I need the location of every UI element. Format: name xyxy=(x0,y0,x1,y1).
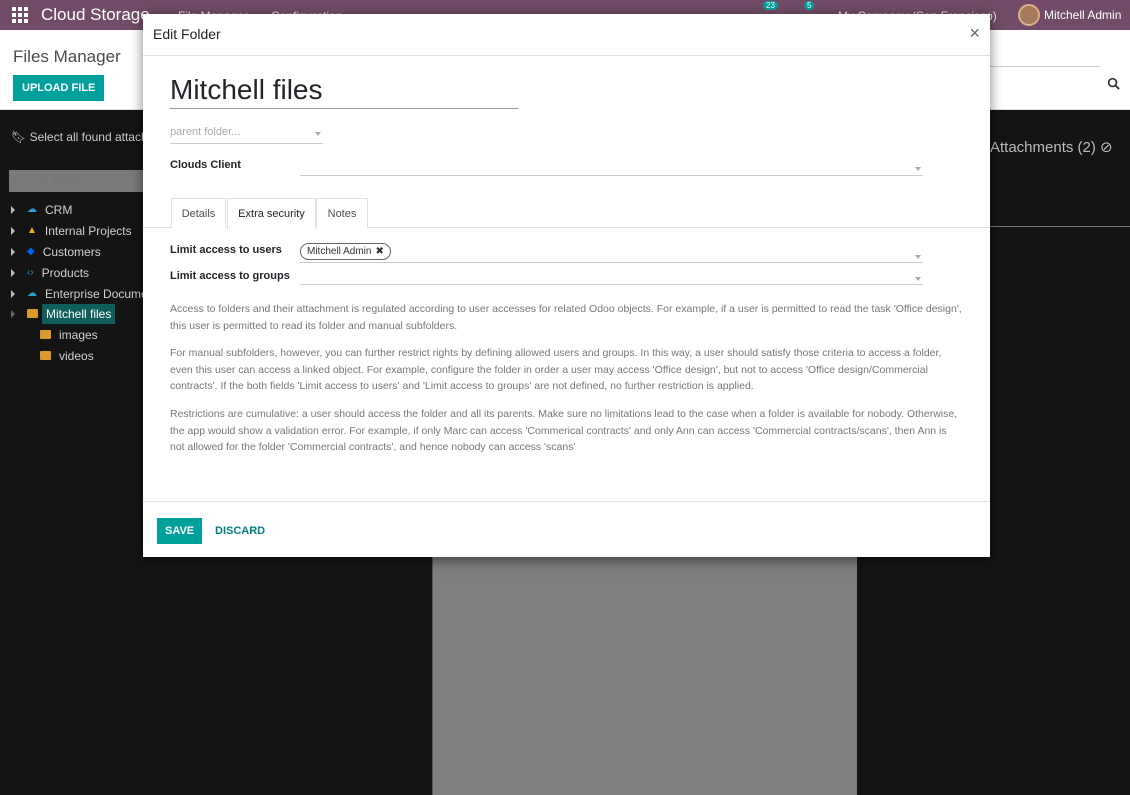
attachments-title-text: Attachments (2) xyxy=(990,139,1096,156)
limit-users-field[interactable]: Mitchell Admin ✖ xyxy=(300,242,923,263)
link-icon: ‹› xyxy=(27,267,34,278)
search-bar[interactable] xyxy=(990,66,1100,67)
discard-button[interactable]: DISCARD xyxy=(215,518,265,544)
remove-tag-icon[interactable]: ✖ xyxy=(375,246,383,257)
attachment-preview xyxy=(432,557,857,795)
upload-file-button[interactable]: UPLOAD FILE xyxy=(13,75,105,101)
cloud-icon: ☁ xyxy=(27,288,37,299)
dropbox-icon: ◆ xyxy=(27,246,35,257)
edit-folder-dialog: Edit Folder × parent folder... Clouds Cl… xyxy=(143,14,990,557)
chevron-down-icon[interactable] xyxy=(915,277,921,281)
expand-caret-icon[interactable] xyxy=(11,268,15,277)
tab-notes[interactable]: Notes xyxy=(316,198,368,228)
dialog-footer: SAVE DISCARD xyxy=(143,501,990,557)
clouds-client-label: Clouds Client xyxy=(170,159,241,171)
tree-item-label: videos xyxy=(59,348,94,363)
chevron-down-icon[interactable] xyxy=(915,255,921,259)
tree-item-products[interactable]: ‹› Products xyxy=(0,262,160,283)
expand-caret-icon[interactable] xyxy=(11,226,15,235)
expand-caret-icon[interactable] xyxy=(11,205,15,214)
search-folder-input[interactable] xyxy=(9,170,143,192)
chevron-down-icon[interactable] xyxy=(915,167,921,171)
save-button[interactable]: SAVE xyxy=(157,518,203,544)
parent-folder-select[interactable]: parent folder... xyxy=(170,126,323,144)
apps-grid-icon[interactable] xyxy=(12,7,28,23)
tree-item-internal-projects[interactable]: ▲ Internal Projects xyxy=(0,220,160,241)
page-title: Files Manager xyxy=(13,47,121,66)
user-tag: Mitchell Admin ✖ xyxy=(300,243,391,260)
folder-icon xyxy=(40,351,51,360)
cloud-icon: ☁ xyxy=(27,204,37,215)
chevron-down-icon[interactable] xyxy=(315,132,321,136)
avatar[interactable] xyxy=(1018,4,1040,26)
app-brand[interactable]: Cloud Storage xyxy=(41,5,150,25)
tree-item-videos[interactable]: videos xyxy=(0,345,160,366)
dialog-header: Edit Folder × xyxy=(143,14,990,56)
user-tag-label: Mitchell Admin xyxy=(307,246,372,257)
tree-item-label: CRM xyxy=(45,202,73,217)
tree-item-label: Customers xyxy=(42,244,101,259)
tree-item-customers[interactable]: ◆ Customers xyxy=(0,241,160,262)
tree-item-label: Mitchell files xyxy=(42,303,116,324)
clear-icon[interactable]: ⊘ xyxy=(1100,139,1113,156)
tree-item-images[interactable]: images xyxy=(0,324,160,345)
folder-icon xyxy=(40,330,51,339)
tree-item-label: images xyxy=(59,327,98,342)
tab-extra-security[interactable]: Extra security xyxy=(227,198,316,229)
close-icon[interactable]: × xyxy=(969,23,980,44)
help-text-access: Access to folders and their attachment i… xyxy=(170,303,962,332)
tree-item-crm[interactable]: ☁ CRM xyxy=(0,199,160,220)
help-text-restrictions: Restrictions are cumulative: a user shou… xyxy=(170,408,958,453)
limit-groups-label: Limit access to groups xyxy=(170,270,290,282)
expand-caret-icon[interactable] xyxy=(11,289,15,298)
bookmark-icon: 🔖︎ xyxy=(11,130,27,144)
tree-item-label: Internal Projects xyxy=(44,223,132,238)
help-text-subfolders: For manual subfolders, however, you can … xyxy=(170,347,942,392)
tab-details[interactable]: Details xyxy=(171,198,226,228)
clouds-client-select[interactable] xyxy=(300,156,923,176)
activities-count: 5 xyxy=(804,1,815,10)
attachments-title: Attachments (2) ⊘ xyxy=(990,138,1113,156)
drive-icon: ▲ xyxy=(27,225,37,236)
limit-users-label: Limit access to users xyxy=(170,244,282,256)
user-menu[interactable]: Mitchell Admin xyxy=(1044,8,1121,22)
collapse-caret-icon[interactable] xyxy=(11,309,15,318)
search-icon[interactable] xyxy=(1107,77,1120,90)
expand-caret-icon[interactable] xyxy=(11,247,15,256)
dialog-title: Edit Folder xyxy=(153,26,221,42)
folder-name-input[interactable] xyxy=(170,74,518,109)
messages-count: 23 xyxy=(763,1,778,10)
form-tabs: Details Extra security Notes xyxy=(143,198,990,229)
tree-item-enterprise-documents[interactable]: ☁ Enterprise Documents xyxy=(0,283,164,304)
tree-item-mitchell-files[interactable]: Mitchell files xyxy=(0,303,160,324)
folder-icon xyxy=(27,309,38,318)
parent-folder-placeholder: parent folder... xyxy=(170,126,241,138)
divider xyxy=(990,226,1130,227)
limit-groups-field[interactable] xyxy=(300,268,923,285)
tree-item-label: Products xyxy=(41,265,90,280)
